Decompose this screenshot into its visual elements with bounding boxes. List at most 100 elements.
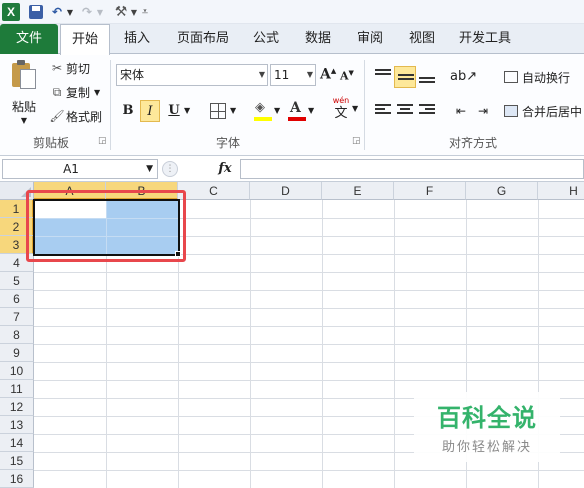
column-header-d[interactable]: D [250, 182, 322, 200]
tab-review[interactable]: 审阅 [348, 24, 392, 54]
row-header-7[interactable]: 7 [0, 308, 34, 326]
cut-label: 剪切 [66, 61, 91, 76]
underline-dropdown-icon[interactable]: ▼ [184, 100, 194, 122]
tab-insert[interactable]: 插入 [114, 24, 160, 54]
format-painter-label: 格式刷 [66, 109, 103, 124]
copy-icon: ⧉ [52, 84, 62, 99]
align-center-button[interactable] [394, 100, 416, 122]
alignment-group-label: 对齐方式 [448, 136, 497, 150]
column-header-e[interactable]: E [322, 182, 394, 200]
name-box[interactable]: A1 ▼ [2, 159, 158, 179]
column-header-c[interactable]: C [178, 182, 250, 200]
clipboard-group-label: 剪贴板 [32, 136, 69, 150]
row-header-10[interactable]: 10 [0, 362, 34, 380]
tab-data[interactable]: 数据 [296, 24, 340, 54]
paste-button[interactable]: 粘贴 ▼ [6, 58, 42, 128]
shrink-font-button[interactable]: A▼ [340, 68, 356, 84]
merge-center-button[interactable]: 合并后居中 [504, 100, 582, 122]
phonetic-dropdown-icon[interactable]: ▼ [352, 104, 358, 113]
font-color-dropdown-icon[interactable]: ▼ [308, 100, 318, 122]
row-header-6[interactable]: 6 [0, 290, 34, 308]
bold-button[interactable]: B [118, 100, 138, 122]
tab-view[interactable]: 视图 [400, 24, 444, 54]
copy-dropdown-icon[interactable]: ▼ [94, 88, 100, 97]
align-top-button[interactable] [372, 66, 394, 88]
decrease-indent-button[interactable]: ⇤ [450, 100, 472, 122]
align-right-icon [419, 104, 435, 116]
row-header-13[interactable]: 13 [0, 416, 34, 434]
row-header-11[interactable]: 11 [0, 380, 34, 398]
format-painter-button[interactable]: 🖌 格式刷 [48, 106, 102, 126]
chevron-down-icon[interactable]: ▼ [146, 160, 153, 178]
cut-button[interactable]: ✂ 剪切 [48, 58, 90, 78]
save-icon[interactable] [28, 2, 44, 22]
column-header-g[interactable]: G [466, 182, 538, 200]
tab-formulas[interactable]: 公式 [244, 24, 288, 54]
customize-qat-icon[interactable]: ⩡ [140, 2, 150, 22]
excel-logo-icon[interactable]: X [2, 3, 20, 21]
chevron-down-icon[interactable]: ▼ [259, 65, 265, 85]
undo-icon[interactable]: ↶ [50, 2, 64, 22]
underline-button[interactable]: U [164, 100, 184, 122]
customize-tools-icon[interactable]: ⚒ [112, 2, 130, 22]
paste-label: 粘贴 [11, 100, 36, 114]
row-header-16[interactable]: 16 [0, 470, 34, 488]
tab-home[interactable]: 开始 [60, 24, 110, 55]
gridline-horizontal [34, 326, 584, 327]
insert-function-button[interactable]: fx [214, 159, 236, 179]
align-bottom-icon [419, 77, 435, 85]
copy-button[interactable]: ⧉ 复制 ▼ [48, 82, 100, 102]
borders-icon[interactable] [210, 103, 226, 119]
row-header-12[interactable]: 12 [0, 398, 34, 416]
column-header-f[interactable]: F [394, 182, 466, 200]
increase-indent-icon: ⇥ [477, 104, 489, 118]
align-middle-icon [398, 74, 414, 82]
chevron-down-icon[interactable]: ▼ [307, 65, 313, 85]
row-header-14[interactable]: 14 [0, 434, 34, 452]
row-header-15[interactable]: 15 [0, 452, 34, 470]
align-middle-button[interactable] [394, 66, 416, 88]
gridline-horizontal [34, 380, 584, 381]
quick-access-toolbar: X ↶ ▼ ↷ ▼ ⚒ ▼ ⩡ [0, 0, 584, 24]
gridline-horizontal [34, 344, 584, 345]
group-separator [110, 60, 111, 150]
undo-dropdown-icon[interactable]: ▼ [66, 2, 74, 22]
font-group-label: 字体 [215, 136, 240, 150]
formula-input[interactable] [240, 159, 584, 179]
row-header-5[interactable]: 5 [0, 272, 34, 290]
font-name-select[interactable]: 宋体 ▼ [116, 64, 268, 86]
highlight-annotation-box [26, 190, 186, 262]
increase-indent-button[interactable]: ⇥ [472, 100, 494, 122]
clipboard-launcher-icon[interactable]: ◲ [98, 136, 108, 146]
orientation-button[interactable]: ab↗ [450, 66, 477, 88]
group-separator [364, 60, 365, 150]
grow-font-button[interactable]: A▲ [320, 66, 338, 84]
row-header-9[interactable]: 9 [0, 344, 34, 362]
font-name-value: 宋体 [120, 68, 145, 82]
tab-file[interactable]: 文件 [0, 24, 58, 54]
wrap-text-icon [504, 71, 518, 83]
borders-dropdown-icon[interactable]: ▼ [230, 100, 240, 122]
align-left-icon [375, 104, 391, 116]
fill-color-button[interactable]: ◈ [252, 100, 274, 122]
watermark-subtitle: 助你轻松解决 [441, 440, 532, 455]
align-bottom-button[interactable] [416, 66, 438, 88]
align-left-button[interactable] [372, 100, 394, 122]
tab-developer[interactable]: 开发工具 [452, 24, 518, 54]
font-launcher-icon[interactable]: ◲ [352, 136, 362, 146]
paste-dropdown-icon[interactable]: ▼ [6, 116, 42, 125]
paste-icon [10, 60, 38, 90]
tab-page-layout[interactable]: 页面布局 [168, 24, 238, 54]
watermark-logo: 百科全说 助你轻松解决 [414, 392, 560, 462]
align-top-icon [375, 69, 391, 77]
align-right-button[interactable] [416, 100, 438, 122]
italic-button[interactable]: I [140, 100, 160, 122]
formula-bar-resize-handle[interactable]: ⋮ [162, 161, 178, 177]
font-size-select[interactable]: 11 ▼ [270, 64, 316, 86]
column-header-h[interactable]: H [538, 182, 584, 200]
row-header-8[interactable]: 8 [0, 326, 34, 344]
tools-dropdown-icon[interactable]: ▼ [130, 2, 138, 22]
wrap-text-button[interactable]: 自动换行 [504, 66, 570, 88]
fill-color-dropdown-icon[interactable]: ▼ [274, 100, 284, 122]
font-color-button[interactable]: A [286, 100, 308, 122]
